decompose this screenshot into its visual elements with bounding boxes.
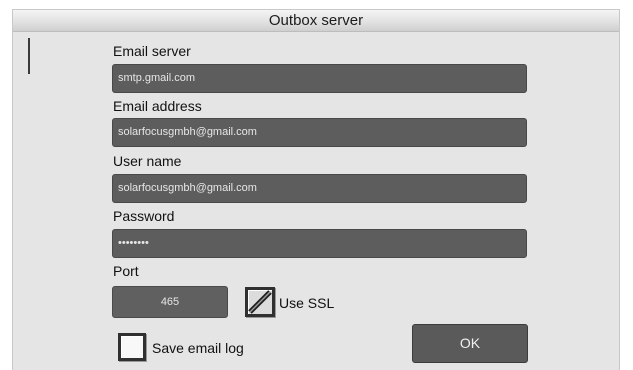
user-name-label: User name [113,153,182,169]
ok-button[interactable]: OK [412,324,528,363]
dialog-edge-marker [28,38,30,74]
dialog-title: Outbox server [13,10,619,32]
port-input[interactable]: 465 [112,286,228,318]
use-ssl-checkbox[interactable] [245,287,275,317]
port-label: Port [113,263,139,279]
email-address-label: Email address [113,98,202,114]
outbox-server-dialog: Outbox server Email server smtp.gmail.co… [13,10,619,370]
password-label: Password [113,208,175,224]
use-ssl-label: Use SSL [279,295,335,311]
email-server-label: Email server [113,43,191,59]
screen: Outbox server Email server smtp.gmail.co… [0,0,633,370]
checkmark-icon [248,290,272,314]
save-email-log-checkbox[interactable] [118,333,146,361]
save-email-log-label: Save email log [152,340,244,356]
email-address-input[interactable]: solarfocusgmbh@gmail.com [112,118,527,147]
email-server-input[interactable]: smtp.gmail.com [112,64,527,93]
password-input[interactable]: •••••••• [112,229,527,258]
user-name-input[interactable]: solarfocusgmbh@gmail.com [112,174,527,203]
